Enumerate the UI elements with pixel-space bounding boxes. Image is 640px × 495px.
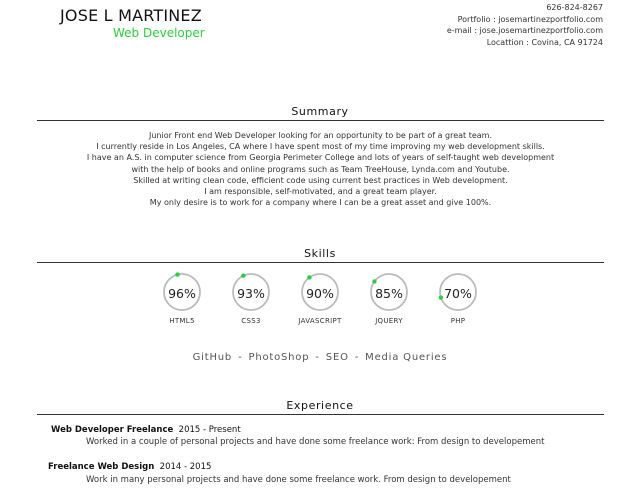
tool-item: SEO xyxy=(325,352,349,363)
skill-gauge-jquery: 85% JQUERY xyxy=(369,272,419,325)
skill-percent: 96% xyxy=(168,286,196,301)
experience-dates: 2014 - 2015 xyxy=(159,462,212,472)
summary-divider xyxy=(37,120,604,121)
skill-gauge-php: 70% PHP xyxy=(438,272,488,325)
portfolio-link[interactable]: Portfolio : josemartinezportfolio.com xyxy=(447,14,603,26)
experience-dates: 2015 - Present xyxy=(178,425,241,435)
skill-label: PHP xyxy=(450,317,466,325)
summary-text: Junior Front end Web Developer looking f… xyxy=(37,130,604,208)
skill-label: JAVASCRIPT xyxy=(298,317,342,325)
skill-percent: 85% xyxy=(375,286,403,301)
experience-description: Work in many personal projects and have … xyxy=(86,475,511,485)
experience-role: Web Developer Freelance xyxy=(51,425,174,435)
skill-percent: 93% xyxy=(237,286,265,301)
experience-entry-title: Freelance Web Design 2014 - 2015 xyxy=(48,462,211,472)
tool-item: PhotoShop xyxy=(248,352,310,363)
tool-separator: - xyxy=(354,352,360,363)
summary-line: with the help of books and online progra… xyxy=(131,164,510,174)
location: Locattion : Covina, CA 91724 xyxy=(486,37,603,47)
experience-entry-title: Web Developer Freelance 2015 - Present xyxy=(51,425,241,435)
candidate-name: JOSE L MARTINEZ xyxy=(60,6,202,25)
experience-heading: Experience xyxy=(286,399,354,412)
experience-description: Worked in a couple of personal projects … xyxy=(86,437,545,447)
skill-label: JQUERY xyxy=(375,317,403,325)
phone: 626-824-8267 xyxy=(546,3,603,12)
contact-block: 626-824-8267 Portfolio : josemartinezpor… xyxy=(447,2,603,48)
candidate-role: Web Developer xyxy=(113,26,205,40)
skill-gauge-javascript: 90% JAVASCRIPT xyxy=(298,272,350,325)
tool-separator: - xyxy=(238,352,243,363)
skill-label: CSS3 xyxy=(241,317,261,325)
experience-role: Freelance Web Design xyxy=(48,462,155,472)
skill-percent: 70% xyxy=(444,286,472,301)
tools-list: GitHub - PhotoShop - SEO - Media Queries xyxy=(0,352,640,363)
summary-line: Skilled at writing clean code, efficient… xyxy=(133,175,508,185)
skill-gauge-css3: 93% CSS3 xyxy=(231,272,281,325)
skill-label: HTML5 xyxy=(169,317,195,325)
skill-gauge-html5: 96% HTML5 xyxy=(162,272,212,325)
tool-separator: - xyxy=(315,352,320,363)
summary-line: I currently reside in Los Angeles, CA wh… xyxy=(96,142,545,152)
summary-line: My only desire is to work for a company … xyxy=(149,198,492,208)
tool-item: GitHub xyxy=(192,352,233,363)
skill-gauges: 96% HTML5 93% CSS3 90% JAVASCRIPT 85% JQ… xyxy=(155,272,495,332)
tool-item: Media Queries xyxy=(365,352,448,363)
skills-heading: Skills xyxy=(304,247,336,260)
summary-line: I am responsible, self-motivated, and a … xyxy=(204,187,437,197)
summary-line: Junior Front end Web Developer looking f… xyxy=(148,131,493,140)
experience-divider xyxy=(37,414,604,415)
summary-line: I have an A.S. in computer science from … xyxy=(86,153,555,163)
email[interactable]: e-mail : jose.josemartinezportfolio.com xyxy=(447,25,603,37)
summary-heading: Summary xyxy=(291,105,349,118)
skill-percent: 90% xyxy=(306,286,334,301)
skills-divider xyxy=(37,262,604,263)
